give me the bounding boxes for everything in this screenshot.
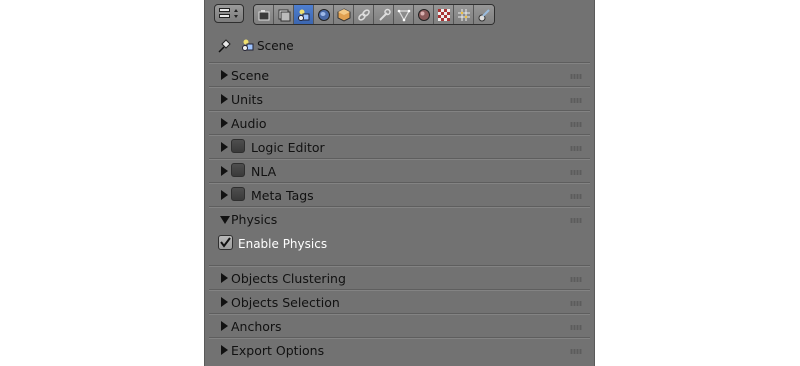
logic-editor-toggle[interactable] (231, 139, 245, 153)
drag-grip-icon[interactable] (570, 170, 582, 175)
drag-grip-icon[interactable] (570, 218, 582, 223)
section-scene[interactable]: Scene (209, 62, 590, 86)
enable-physics-label[interactable]: Enable Physics (238, 237, 327, 251)
checkmark-icon (220, 237, 231, 248)
section-label: Anchors (231, 319, 282, 334)
enable-physics-checkbox[interactable] (218, 235, 233, 250)
drag-grip-icon[interactable] (570, 349, 582, 354)
collapsed-arrow-icon (221, 94, 228, 104)
section-audio[interactable]: Audio (209, 110, 590, 134)
drag-grip-icon[interactable] (570, 122, 582, 127)
properties-tabs (253, 4, 495, 25)
drag-grip-icon[interactable] (570, 146, 582, 151)
drag-grip-icon[interactable] (570, 74, 582, 79)
physics-icon (478, 8, 490, 21)
tab-object[interactable] (334, 5, 354, 24)
material-icon (417, 8, 430, 21)
section-label: Meta Tags (251, 188, 314, 203)
constraints-icon (357, 8, 370, 21)
drag-grip-icon[interactable] (570, 301, 582, 306)
collapsed-arrow-icon (221, 273, 228, 283)
nla-toggle[interactable] (231, 163, 245, 177)
section-label: Logic Editor (251, 140, 325, 155)
world-icon (317, 8, 330, 21)
section-label: Objects Clustering (231, 271, 346, 286)
section-label: Physics (231, 212, 278, 227)
tab-scene[interactable] (294, 5, 314, 24)
section-label: Export Options (231, 343, 325, 358)
render-layers-icon (278, 9, 290, 21)
scene-icon (297, 9, 309, 21)
expanded-arrow-icon (220, 216, 230, 224)
modifiers-icon (378, 8, 391, 21)
collapsed-arrow-icon (221, 166, 228, 176)
collapsed-arrow-icon (221, 297, 228, 307)
tab-particles[interactable] (454, 5, 474, 24)
object-icon (337, 7, 350, 22)
section-physics[interactable]: Physics (209, 206, 590, 230)
editor-type-button[interactable] (214, 4, 244, 23)
drag-grip-icon[interactable] (570, 325, 582, 330)
collapsed-arrow-icon (221, 142, 228, 152)
panel-sections: Scene Units Audio Logic Editor NLA Meta … (205, 62, 594, 361)
section-label: Objects Selection (231, 295, 340, 310)
context-path: Scene (205, 33, 594, 57)
section-label: Scene (231, 68, 270, 83)
particles-icon (457, 8, 470, 21)
pin-icon[interactable] (216, 38, 232, 54)
section-logic-editor[interactable]: Logic Editor (209, 134, 590, 158)
tab-modifiers[interactable] (374, 5, 394, 24)
meta-tags-toggle[interactable] (231, 187, 245, 201)
properties-panel: Scene Scene Units Audio Logic Editor NLA (204, 0, 595, 366)
physics-content: Enable Physics (209, 230, 590, 265)
collapsed-arrow-icon (221, 321, 228, 331)
tab-material[interactable] (414, 5, 434, 24)
section-units[interactable]: Units (209, 86, 590, 110)
section-export-options[interactable]: Export Options (209, 337, 590, 361)
drag-grip-icon[interactable] (570, 277, 582, 282)
drag-grip-icon[interactable] (570, 194, 582, 199)
tab-render-layers[interactable] (274, 5, 294, 24)
tab-render[interactable] (254, 5, 274, 24)
section-label: NLA (251, 164, 277, 179)
section-label: Units (231, 92, 263, 107)
render-icon (258, 9, 269, 20)
collapsed-arrow-icon (221, 118, 228, 128)
properties-header (205, 0, 594, 28)
section-objects-clustering[interactable]: Objects Clustering (209, 265, 590, 289)
context-scene-label: Scene (257, 39, 294, 53)
drag-grip-icon[interactable] (570, 98, 582, 103)
section-meta-tags[interactable]: Meta Tags (209, 182, 590, 206)
collapsed-arrow-icon (221, 345, 228, 355)
collapsed-arrow-icon (221, 70, 228, 80)
editor-type-icon (219, 8, 238, 18)
section-nla[interactable]: NLA (209, 158, 590, 182)
section-objects-selection[interactable]: Objects Selection (209, 289, 590, 313)
tab-world[interactable] (314, 5, 334, 24)
tab-data[interactable] (394, 5, 414, 24)
data-icon (397, 9, 410, 21)
section-label: Audio (231, 116, 267, 131)
tab-constraints[interactable] (354, 5, 374, 24)
texture-icon (437, 8, 450, 21)
tab-physics[interactable] (474, 5, 494, 24)
scene-context-icon (242, 39, 254, 51)
collapsed-arrow-icon (221, 190, 228, 200)
tab-texture[interactable] (434, 5, 454, 24)
section-anchors[interactable]: Anchors (209, 313, 590, 337)
